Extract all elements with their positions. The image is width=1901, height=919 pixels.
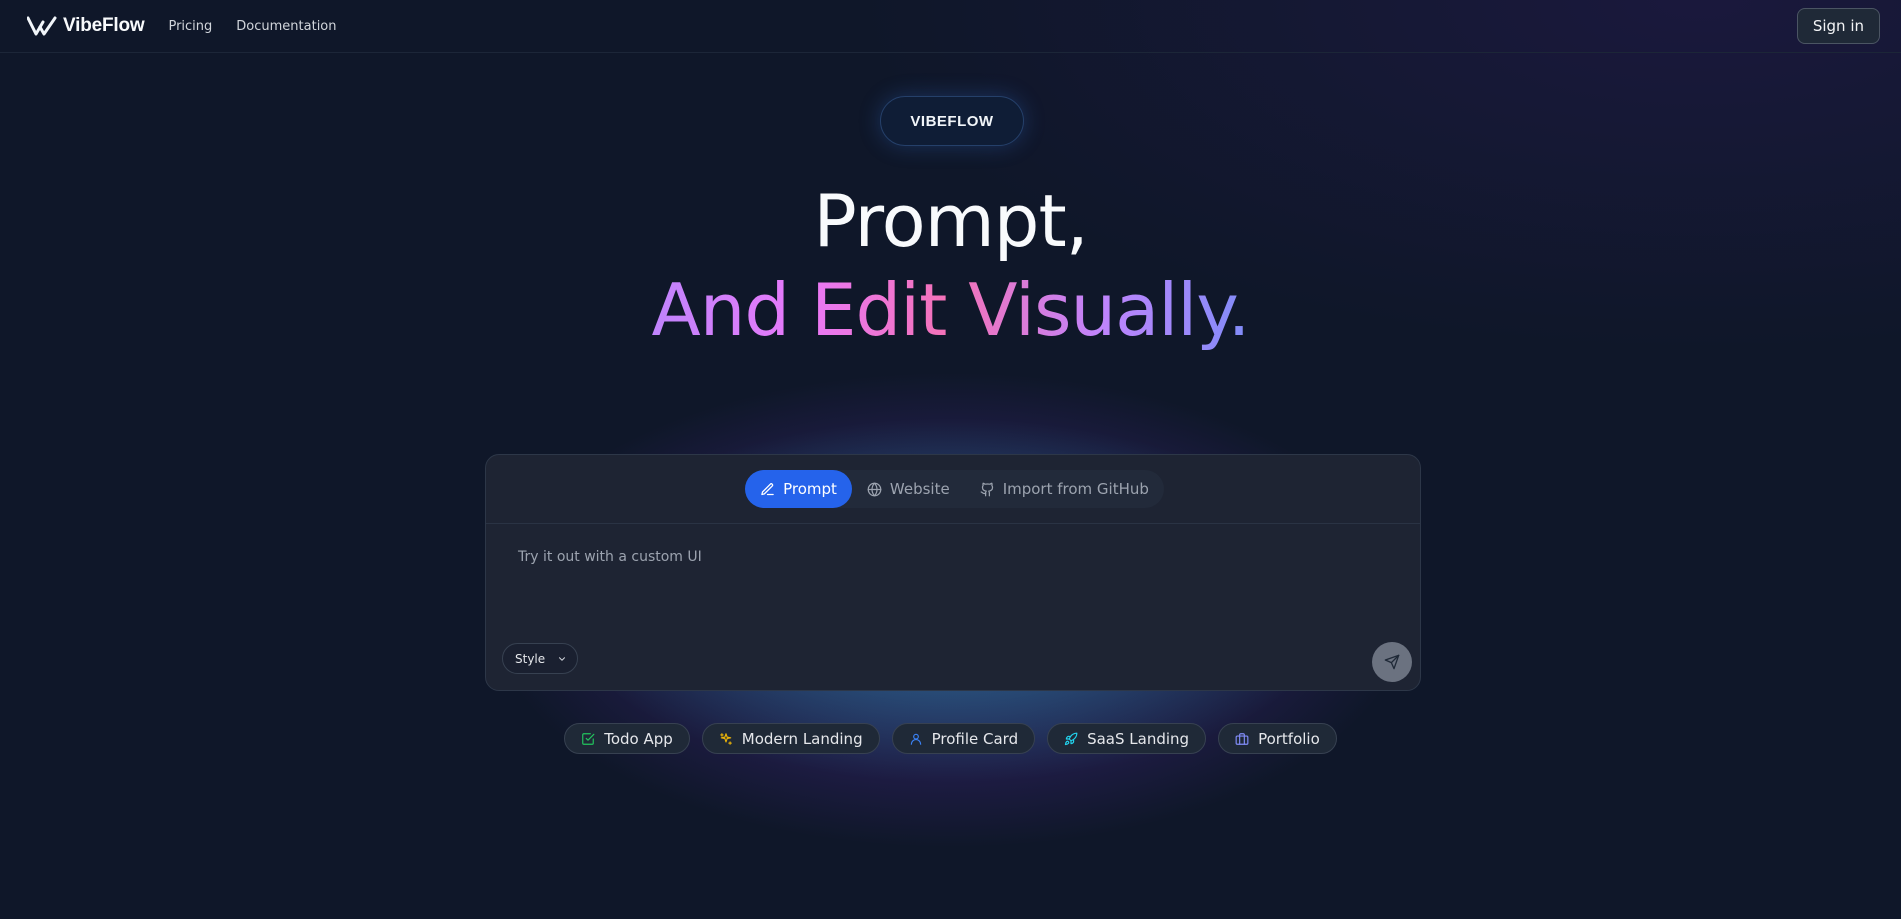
chip-profile-card-label: Profile Card xyxy=(931,729,1019,748)
tab-import-github[interactable]: Import from GitHub xyxy=(965,470,1164,508)
style-dropdown[interactable]: Style xyxy=(502,643,579,674)
checkbox-icon xyxy=(582,732,595,745)
chevron-down-icon xyxy=(559,656,566,661)
github-icon xyxy=(980,482,993,496)
hero-badge: VIBEFLOW xyxy=(880,96,1024,146)
chip-todo-app[interactable]: Todo App xyxy=(564,723,690,754)
nav-link-pricing[interactable]: Pricing xyxy=(168,19,212,34)
mode-tabs-row: Prompt Website Import from GitHub xyxy=(486,455,1420,524)
hero-headline-line2: And Edit Visually. xyxy=(0,265,1901,355)
globe-icon xyxy=(867,482,882,496)
send-button[interactable] xyxy=(1372,642,1412,682)
tab-import-github-label: Import from GitHub xyxy=(1002,480,1149,498)
user-icon xyxy=(910,733,921,745)
tab-prompt[interactable]: Prompt xyxy=(745,470,852,508)
template-chips: Todo App Modern Landing Profile Card Saa… xyxy=(0,723,1901,754)
chip-saas-landing[interactable]: SaaS Landing xyxy=(1047,723,1207,754)
brand-logo[interactable]: VibeFlow xyxy=(27,15,145,37)
tab-website-label: Website xyxy=(889,480,950,498)
brand-name: VibeFlow xyxy=(63,15,145,36)
tab-prompt-label: Prompt xyxy=(783,480,837,498)
chip-profile-card[interactable]: Profile Card xyxy=(891,723,1036,754)
tab-website[interactable]: Website xyxy=(852,470,965,508)
vibeflow-logo-icon xyxy=(27,16,57,36)
prompt-panel: Prompt Website Import from GitHub Try it… xyxy=(485,454,1421,691)
chip-todo-app-label: Todo App xyxy=(604,729,673,748)
briefcase-icon xyxy=(1235,732,1249,745)
mode-tabs: Prompt Website Import from GitHub xyxy=(745,470,1164,508)
sparkles-icon xyxy=(719,732,732,745)
chip-modern-landing[interactable]: Modern Landing xyxy=(701,723,880,754)
chip-saas-landing-label: SaaS Landing xyxy=(1087,729,1190,748)
send-icon xyxy=(1384,654,1400,670)
rocket-icon xyxy=(1064,732,1078,745)
hero-headline-gradient-text: And Edit Visually. xyxy=(651,268,1251,352)
prompt-input[interactable]: Try it out with a custom UI xyxy=(518,549,702,565)
sign-in-button[interactable]: Sign in xyxy=(1796,8,1880,44)
chip-modern-landing-label: Modern Landing xyxy=(741,729,863,748)
pencil-icon xyxy=(761,482,774,495)
chip-portfolio-label: Portfolio xyxy=(1258,729,1320,748)
hero-headline-line1: Prompt, xyxy=(813,179,1088,263)
nav-link-documentation[interactable]: Documentation xyxy=(236,19,336,34)
chip-portfolio[interactable]: Portfolio xyxy=(1218,723,1337,754)
style-dropdown-label: Style xyxy=(515,651,546,666)
top-nav: VibeFlow Pricing Documentation Sign in xyxy=(0,0,1901,53)
